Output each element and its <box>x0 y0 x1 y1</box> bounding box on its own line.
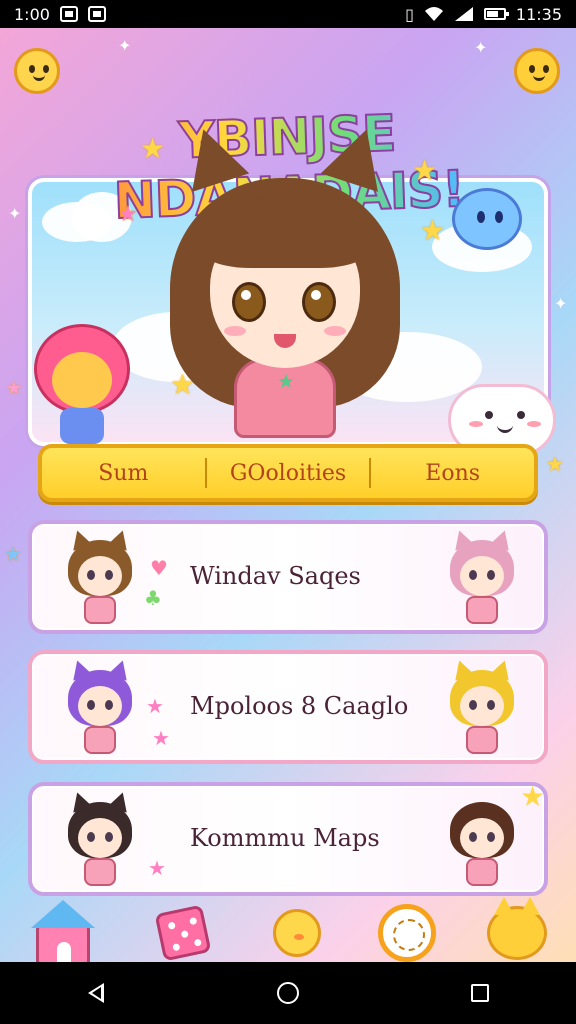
chick-icon[interactable] <box>264 900 330 962</box>
back-icon[interactable] <box>66 973 126 1013</box>
list-item[interactable]: ♥ ♣ Windav Saqes <box>28 520 548 634</box>
star-icon: ★ <box>146 694 164 718</box>
brown-cat-chibi <box>62 527 138 626</box>
star-icon: ★ <box>118 202 138 227</box>
star-icon: ★ <box>520 780 546 813</box>
main-character: ★ <box>150 120 420 458</box>
blue-blob-character <box>452 188 522 250</box>
recents-icon[interactable] <box>450 973 510 1013</box>
star-icon: ★ <box>4 542 22 566</box>
bottom-icon-bar <box>0 897 576 962</box>
sparkle-icon: ✦ <box>8 204 22 223</box>
cat-icon[interactable] <box>484 897 550 962</box>
vibrate-icon: ▯ <box>405 4 414 24</box>
pink-hair-character <box>34 324 130 444</box>
star-icon: ★ <box>420 214 446 247</box>
segment-eons[interactable]: Eons <box>371 461 534 486</box>
star-icon: ★ <box>546 452 564 476</box>
brown-hair-chibi <box>444 798 520 888</box>
list-item-title: Mpoloos 8 Caaglo <box>190 692 409 720</box>
purple-cat-chibi <box>62 657 138 756</box>
leaf-icon: ♣ <box>144 586 162 610</box>
home-icon[interactable] <box>30 900 96 962</box>
list-item-title: Kommmu Maps <box>190 824 380 852</box>
status-right: ▯ 11:35 <box>405 5 562 24</box>
list-item[interactable]: ★ ★ Mpoloos 8 Caaglo <box>28 650 548 764</box>
battery-icon <box>483 8 509 20</box>
blonde-cat-chibi <box>444 657 520 756</box>
main-screen: YBINJSE NDANADAIS! ★ ★ ★ ★ ★ ✦ ✦ ✦ ✦ ★ ★… <box>0 28 576 962</box>
category-segmented-control: Sum GOoloities Eons <box>38 444 538 502</box>
dark-cat-chibi <box>62 789 138 888</box>
segment-sum[interactable]: Sum <box>42 461 205 486</box>
dice-icon[interactable] <box>150 900 216 962</box>
app-notification-icon <box>87 6 106 22</box>
smiley-sticker-icon <box>14 48 60 94</box>
status-time-right: 11:35 <box>515 4 562 24</box>
home-circle-icon[interactable] <box>258 973 318 1013</box>
sparkle-icon: ✦ <box>118 36 132 55</box>
status-time-left: 1:00 <box>14 4 50 24</box>
pink-cat-chibi <box>444 527 520 626</box>
status-left: 1:00 <box>14 5 106 24</box>
clock-icon[interactable] <box>374 900 440 962</box>
star-face-sticker-icon <box>514 48 560 94</box>
heart-icon: ♥ <box>150 556 168 580</box>
sparkle-icon: ✦ <box>474 38 488 57</box>
system-nav-bar <box>0 962 576 1024</box>
star-icon: ★ <box>152 726 170 750</box>
wifi-icon <box>424 7 443 21</box>
list-item-title: Windav Saqes <box>190 562 361 590</box>
notification-icon <box>59 6 78 22</box>
status-bar: 1:00 ▯ 11:35 <box>0 0 576 28</box>
star-icon: ★ <box>148 856 166 880</box>
list-item[interactable]: ★ Kommmu Maps ★ <box>28 780 548 896</box>
signal-icon <box>454 7 473 21</box>
segment-goloities[interactable]: GOoloities <box>207 461 370 486</box>
star-icon: ★ <box>6 378 23 399</box>
sparkle-icon: ✦ <box>554 294 568 313</box>
